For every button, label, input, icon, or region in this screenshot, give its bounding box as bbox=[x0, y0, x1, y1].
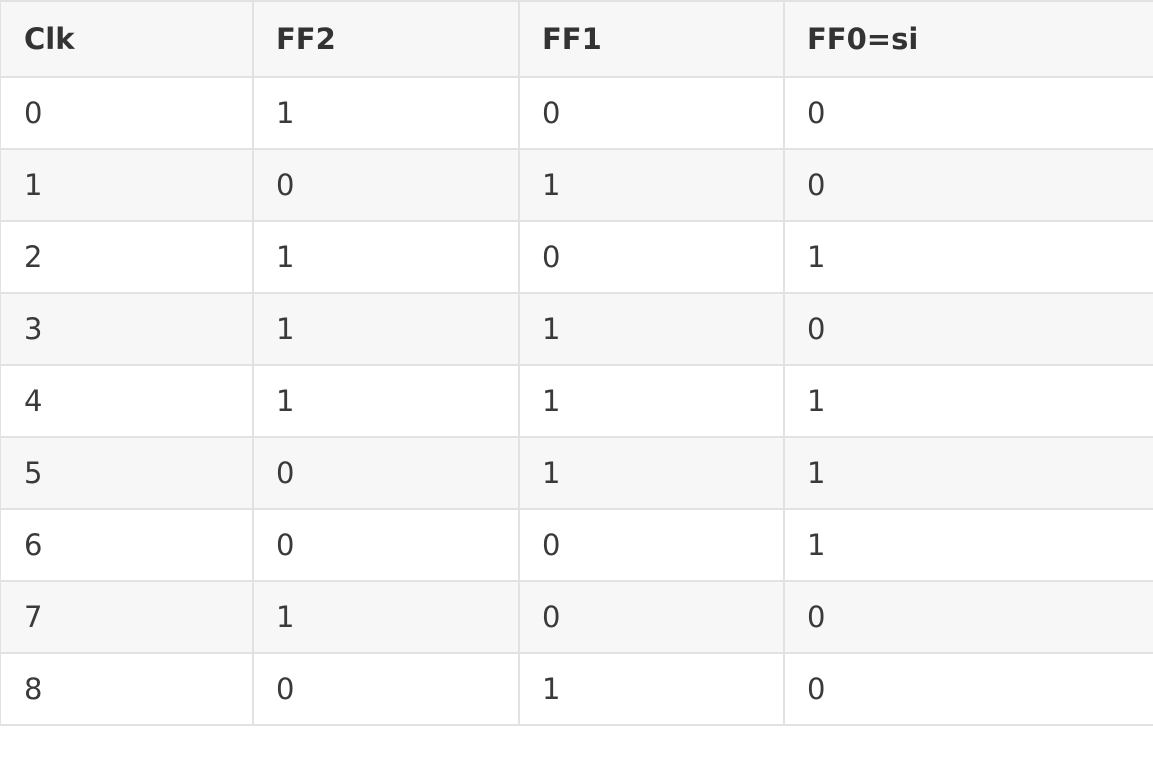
cell-ff1: 1 bbox=[518, 364, 785, 438]
cell-clk: 6 bbox=[0, 508, 254, 582]
header-clk: Clk bbox=[0, 0, 254, 78]
cell-ff0: 0 bbox=[783, 148, 1153, 222]
cell-ff1: 0 bbox=[518, 220, 785, 294]
cell-ff0: 0 bbox=[783, 580, 1153, 654]
cell-clk: 1 bbox=[0, 148, 254, 222]
cell-ff0: 1 bbox=[783, 364, 1153, 438]
header-ff2: FF2 bbox=[252, 0, 520, 78]
cell-ff2: 1 bbox=[252, 220, 520, 294]
cell-ff1: 0 bbox=[518, 580, 785, 654]
cell-clk: 4 bbox=[0, 364, 254, 438]
cell-ff2: 1 bbox=[252, 580, 520, 654]
cell-ff0: 1 bbox=[783, 436, 1153, 510]
table-row: 7 1 0 0 bbox=[0, 580, 1153, 654]
table-row: 3 1 1 0 bbox=[0, 292, 1153, 366]
cell-clk: 8 bbox=[0, 652, 254, 726]
header-row: Clk FF2 FF1 FF0=si bbox=[0, 0, 1153, 78]
cell-ff2: 1 bbox=[252, 76, 520, 150]
table-body: 0 1 0 0 1 0 1 0 2 1 0 1 3 1 1 0 4 1 1 1 bbox=[0, 76, 1153, 726]
table-row: 2 1 0 1 bbox=[0, 220, 1153, 294]
cell-ff2: 0 bbox=[252, 652, 520, 726]
cell-ff1: 0 bbox=[518, 76, 785, 150]
cell-ff2: 1 bbox=[252, 292, 520, 366]
cell-ff0: 0 bbox=[783, 652, 1153, 726]
table-row: 6 0 0 1 bbox=[0, 508, 1153, 582]
cell-ff2: 0 bbox=[252, 148, 520, 222]
cell-clk: 3 bbox=[0, 292, 254, 366]
cell-clk: 5 bbox=[0, 436, 254, 510]
cell-ff1: 1 bbox=[518, 148, 785, 222]
cell-clk: 2 bbox=[0, 220, 254, 294]
cell-ff1: 1 bbox=[518, 652, 785, 726]
table-header: Clk FF2 FF1 FF0=si bbox=[0, 0, 1153, 78]
cell-clk: 7 bbox=[0, 580, 254, 654]
table-row: 0 1 0 0 bbox=[0, 76, 1153, 150]
table-row: 4 1 1 1 bbox=[0, 364, 1153, 438]
header-ff0-si: FF0=si bbox=[783, 0, 1153, 78]
cell-ff0: 1 bbox=[783, 508, 1153, 582]
cell-ff1: 1 bbox=[518, 436, 785, 510]
cell-ff1: 1 bbox=[518, 292, 785, 366]
cell-clk: 0 bbox=[0, 76, 254, 150]
cell-ff0: 1 bbox=[783, 220, 1153, 294]
clock-state-table: Clk FF2 FF1 FF0=si 0 1 0 0 1 0 1 0 2 1 0… bbox=[0, 0, 1153, 726]
cell-ff2: 0 bbox=[252, 508, 520, 582]
table-row: 8 0 1 0 bbox=[0, 652, 1153, 726]
table-row: 5 0 1 1 bbox=[0, 436, 1153, 510]
cell-ff2: 1 bbox=[252, 364, 520, 438]
table-row: 1 0 1 0 bbox=[0, 148, 1153, 222]
header-ff1: FF1 bbox=[518, 0, 785, 78]
cell-ff0: 0 bbox=[783, 76, 1153, 150]
cell-ff2: 0 bbox=[252, 436, 520, 510]
cell-ff0: 0 bbox=[783, 292, 1153, 366]
cell-ff1: 0 bbox=[518, 508, 785, 582]
